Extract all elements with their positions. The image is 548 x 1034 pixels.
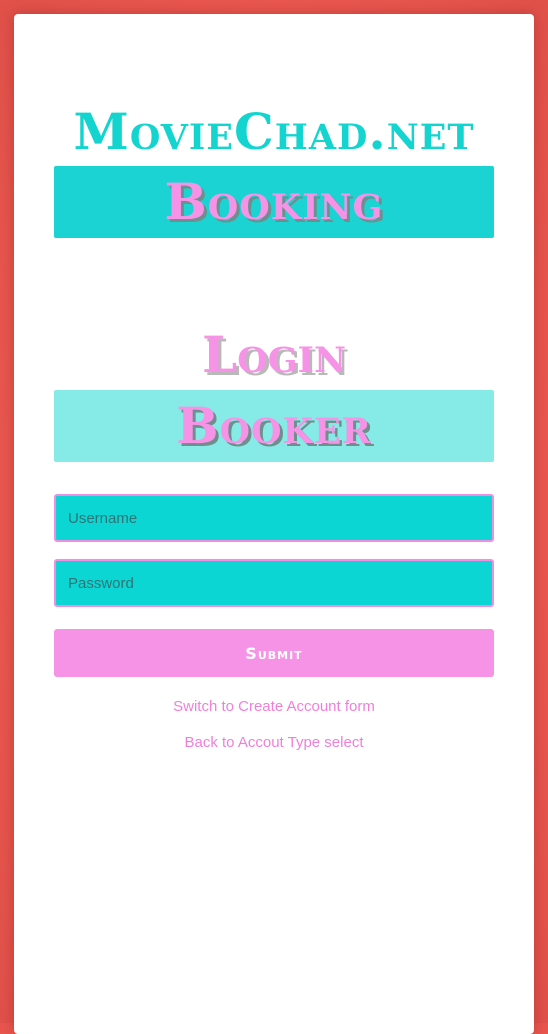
booking-banner-label: Booking xyxy=(164,172,384,231)
account-type-banner: Booker xyxy=(54,390,494,462)
password-input[interactable] xyxy=(54,559,494,607)
username-input[interactable] xyxy=(54,494,494,542)
booking-banner: Booking xyxy=(54,166,494,238)
back-to-account-type-link[interactable]: Back to Accout Type select xyxy=(54,734,494,751)
site-title: MovieChad.net xyxy=(73,102,475,161)
login-heading: Login xyxy=(202,325,346,384)
submit-button[interactable]: Submit xyxy=(54,629,494,677)
switch-to-create-account-link[interactable]: Switch to Create Account form xyxy=(54,698,494,715)
account-type-label: Booker xyxy=(176,396,372,455)
login-card: MovieChad.net Booking Login Booker Submi… xyxy=(14,14,534,1034)
